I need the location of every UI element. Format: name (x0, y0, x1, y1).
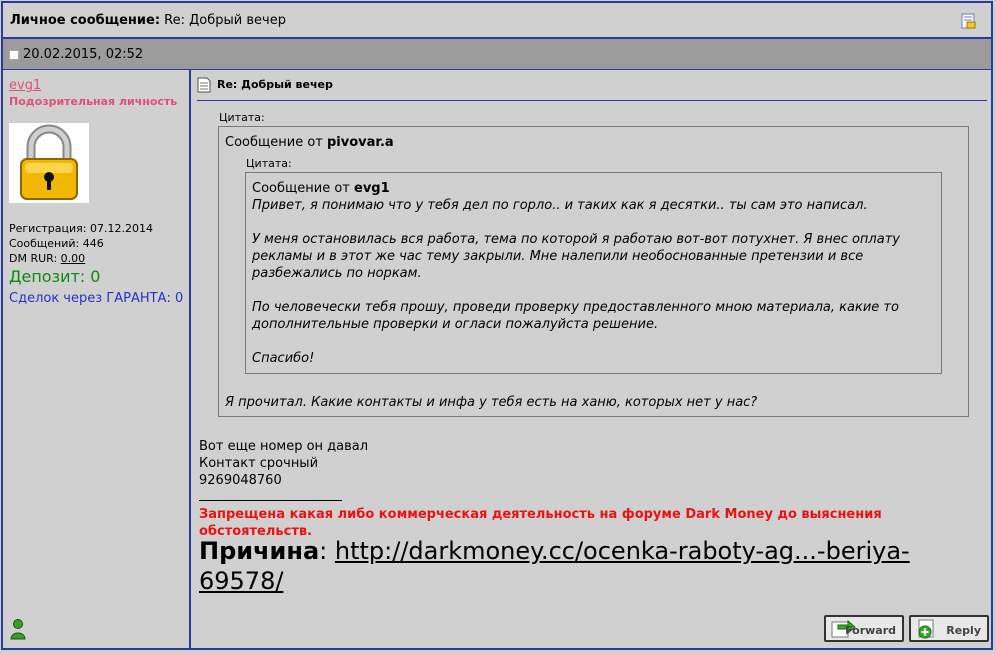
message-panel: Re: Добрый вечер Цитата: Сообщение от pi… (191, 70, 991, 648)
print-preview-icon[interactable] (961, 13, 976, 29)
message-count: Сообщений: 446 (9, 237, 104, 250)
post-status-icon (9, 50, 19, 60)
signature-divider (199, 500, 342, 501)
inner-quote-author: Сообщение от evg1 (252, 181, 390, 196)
user-rank: Подозрительная личность (9, 95, 178, 108)
user-online-icon (10, 619, 26, 640)
outer-quote: Сообщение от pivovar.a Цитата: Сообщение… (218, 126, 969, 417)
forward-label: Forward (845, 624, 896, 637)
signature-warning: Запрещена какая либо коммерческая деятел… (199, 507, 882, 539)
reason-separator: : (319, 537, 328, 565)
padlock-icon (9, 123, 89, 203)
message-line: Вот еще номер он давал (199, 439, 369, 454)
inner-quote-line: По человечески тебя прошу, проведи прове… (252, 300, 899, 315)
dm-balance-link[interactable]: 0.00 (61, 252, 86, 265)
reply-label: Reply (946, 624, 981, 637)
inner-quote: Сообщение от evg1 Привет, я понимаю что … (245, 172, 942, 374)
inner-quote-line: Спасибо! (252, 351, 315, 366)
deposit-value: Депозит: 0 (9, 267, 101, 286)
signature-reason: Причина: http://darkmoney.cc/ocenka-rabo… (199, 536, 989, 596)
forward-button[interactable]: Forward (824, 615, 904, 642)
reply-icon (918, 619, 934, 639)
inner-quote-line: У меня остановилась вся работа, тема по … (252, 232, 900, 247)
inner-quote-label: Цитата: (246, 157, 292, 170)
garant-deals: Сделок через ГАРАНТА: 0 (9, 291, 184, 306)
post-title: Re: Добрый вечер (217, 78, 333, 91)
username-link[interactable]: evg1 (9, 78, 41, 93)
registration-date: Регистрация: 07.12.2014 (9, 222, 153, 235)
user-info-panel: evg1 Подозрительная личность Регистрация… (3, 70, 191, 648)
dm-balance: DM RUR: 0.00 (9, 252, 86, 265)
inner-quote-line: Привет, я понимаю что у тебя дел по горл… (252, 198, 868, 213)
message-line: Контакт срочный (199, 456, 319, 471)
private-message-window: Личное сообщение: Re: Добрый вечер 20.02… (1, 1, 993, 650)
inner-quote-line: разбежались по норкам. (252, 266, 422, 281)
document-icon (197, 77, 211, 93)
reason-label: Причина (199, 537, 320, 565)
message-line: 9269048760 (199, 473, 282, 488)
post-date-bar: 20.02.2015, 02:52 (3, 39, 991, 70)
title-bar: Личное сообщение: Re: Добрый вечер (3, 3, 991, 39)
inner-quote-line: дополнительные проверки и огласи пожалуй… (252, 317, 659, 332)
title-subject: Re: Добрый вечер (164, 13, 286, 28)
reply-button[interactable]: Reply (909, 615, 989, 642)
title-divider (197, 100, 987, 101)
outer-quote-label: Цитата: (219, 111, 265, 124)
inner-quote-line: рекламы и в этот же час тему закрыли. Мн… (252, 249, 864, 264)
outer-quote-reply: Я прочитал. Какие контакты и инфа у тебя… (225, 395, 758, 410)
title-label: Личное сообщение: (10, 13, 161, 28)
page-title: Личное сообщение: Re: Добрый вечер (10, 13, 286, 28)
post-date: 20.02.2015, 02:52 (23, 47, 144, 62)
outer-quote-author: Сообщение от pivovar.a (225, 135, 394, 150)
